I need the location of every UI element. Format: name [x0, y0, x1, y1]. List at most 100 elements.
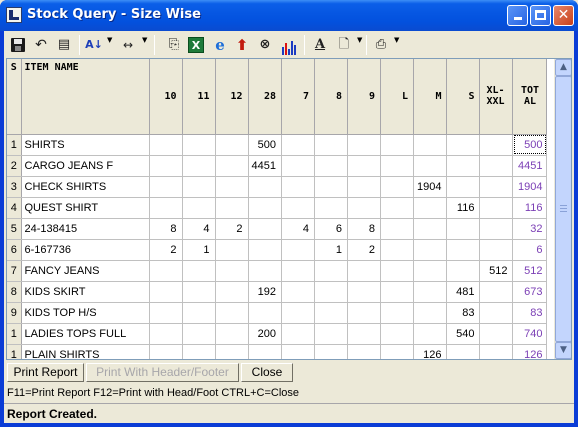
- title-bar[interactable]: Stock Query - Size Wise ✕: [0, 0, 578, 31]
- size-qty-cell[interactable]: 500: [248, 134, 282, 156]
- column-width-dropdown-icon[interactable]: ▼: [142, 36, 147, 44]
- header-sno[interactable]: S: [7, 59, 22, 135]
- size-qty-cell[interactable]: [446, 134, 481, 156]
- size-qty-cell[interactable]: [479, 344, 514, 359]
- size-qty-cell[interactable]: [479, 197, 514, 219]
- header-size[interactable]: 9: [347, 59, 381, 135]
- size-qty-cell[interactable]: 4: [182, 218, 216, 240]
- print-with-header-footer-button[interactable]: Print With Header/Footer: [86, 363, 239, 382]
- item-name-cell[interactable]: LADIES TOPS FULL: [21, 323, 150, 345]
- size-qty-cell[interactable]: [347, 260, 381, 282]
- header-size[interactable]: XL- XXL: [479, 59, 514, 135]
- header-size[interactable]: 12: [215, 59, 249, 135]
- size-qty-cell[interactable]: [347, 134, 381, 156]
- size-qty-cell[interactable]: 512: [479, 260, 514, 282]
- size-qty-cell[interactable]: 481: [446, 281, 481, 303]
- size-qty-cell[interactable]: [347, 197, 381, 219]
- size-qty-cell[interactable]: [149, 302, 183, 324]
- total-cell[interactable]: 32: [512, 218, 548, 240]
- size-qty-cell[interactable]: [149, 260, 183, 282]
- size-qty-cell[interactable]: [248, 344, 282, 359]
- table-row[interactable]: 8 KIDS SKIRT 192 481 673: [7, 281, 548, 303]
- size-qty-cell[interactable]: [479, 134, 514, 156]
- size-qty-cell[interactable]: 116: [446, 197, 481, 219]
- vertical-scrollbar[interactable]: ▲ ▼: [554, 59, 571, 359]
- size-qty-cell[interactable]: [314, 134, 348, 156]
- header-size[interactable]: S: [446, 59, 481, 135]
- scroll-down-icon[interactable]: ▼: [555, 342, 571, 359]
- maximize-button[interactable]: [530, 5, 551, 26]
- row-number[interactable]: 1: [7, 134, 22, 156]
- size-qty-cell[interactable]: [380, 302, 414, 324]
- row-number[interactable]: 1: [7, 323, 22, 345]
- size-qty-cell[interactable]: [281, 323, 315, 345]
- size-qty-cell[interactable]: [215, 302, 249, 324]
- size-qty-cell[interactable]: [413, 323, 448, 345]
- size-qty-cell[interactable]: [215, 344, 249, 359]
- size-qty-cell[interactable]: [347, 302, 381, 324]
- size-qty-cell[interactable]: [380, 134, 414, 156]
- size-qty-cell[interactable]: [182, 281, 216, 303]
- size-qty-cell[interactable]: 4451: [248, 155, 282, 177]
- size-qty-cell[interactable]: [215, 155, 249, 177]
- total-cell[interactable]: 4451: [512, 155, 548, 177]
- undo-icon[interactable]: ↶: [31, 35, 51, 55]
- size-qty-cell[interactable]: [215, 260, 249, 282]
- size-qty-cell[interactable]: [149, 176, 183, 198]
- size-qty-cell[interactable]: [446, 218, 481, 240]
- header-size[interactable]: 10: [149, 59, 183, 135]
- size-qty-cell[interactable]: [347, 323, 381, 345]
- table-row[interactable]: 4 QUEST SHIRT 116 116: [7, 197, 548, 219]
- size-qty-cell[interactable]: [281, 302, 315, 324]
- size-qty-cell[interactable]: [347, 281, 381, 303]
- size-qty-cell[interactable]: [281, 134, 315, 156]
- item-name-cell[interactable]: KIDS SKIRT: [21, 281, 150, 303]
- size-qty-cell[interactable]: [413, 302, 448, 324]
- item-name-cell[interactable]: KIDS TOP H/S: [21, 302, 150, 324]
- item-name-cell[interactable]: QUEST SHIRT: [21, 197, 150, 219]
- total-cell[interactable]: 126: [512, 344, 548, 359]
- size-qty-cell[interactable]: [380, 155, 414, 177]
- size-qty-cell[interactable]: [413, 134, 448, 156]
- header-item-name[interactable]: ITEM NAME: [21, 59, 150, 135]
- size-qty-cell[interactable]: [347, 155, 381, 177]
- size-qty-cell[interactable]: [248, 176, 282, 198]
- row-number[interactable]: 1: [7, 344, 22, 359]
- item-name-cell[interactable]: CHECK SHIRTS: [21, 176, 150, 198]
- size-qty-cell[interactable]: [380, 239, 414, 261]
- table-row[interactable]: 5 24-138415 8 4 2 4 6 8 32: [7, 218, 548, 240]
- size-qty-cell[interactable]: [149, 155, 183, 177]
- size-qty-cell[interactable]: 2: [215, 218, 249, 240]
- size-qty-cell[interactable]: [215, 134, 249, 156]
- size-qty-cell[interactable]: [182, 260, 216, 282]
- total-cell[interactable]: 83: [512, 302, 548, 324]
- size-qty-cell[interactable]: [149, 281, 183, 303]
- size-qty-cell[interactable]: [314, 323, 348, 345]
- size-qty-cell[interactable]: [281, 155, 315, 177]
- item-name-cell[interactable]: SHIRTS: [21, 134, 150, 156]
- column-width-icon[interactable]: ↔: [118, 35, 138, 55]
- size-qty-cell[interactable]: [446, 239, 481, 261]
- font-icon[interactable]: A: [310, 35, 330, 55]
- total-cell[interactable]: 740: [512, 323, 548, 345]
- stock-grid[interactable]: S ITEM NAME 10 11 12 28 7 8 9 L M S XL- XXL TOT AL …: [6, 58, 572, 360]
- size-qty-cell[interactable]: [446, 260, 481, 282]
- total-cell[interactable]: 673: [512, 281, 548, 303]
- size-qty-cell[interactable]: [446, 155, 481, 177]
- size-qty-cell[interactable]: [413, 239, 448, 261]
- size-qty-cell[interactable]: [314, 302, 348, 324]
- size-qty-cell[interactable]: 2: [347, 239, 381, 261]
- table-row[interactable]: 9 KIDS TOP H/S 83 83: [7, 302, 548, 324]
- excel-icon[interactable]: X: [186, 35, 206, 55]
- row-number[interactable]: 3: [7, 176, 22, 198]
- size-qty-cell[interactable]: [149, 323, 183, 345]
- printer-dropdown-icon[interactable]: ▼: [394, 36, 399, 44]
- size-qty-cell[interactable]: [413, 197, 448, 219]
- copy-icon[interactable]: ⎘: [164, 35, 184, 55]
- header-size[interactable]: M: [413, 59, 448, 135]
- printer-icon[interactable]: ⎙: [371, 35, 391, 55]
- size-qty-cell[interactable]: [380, 323, 414, 345]
- size-qty-cell[interactable]: [215, 281, 249, 303]
- header-size[interactable]: 11: [182, 59, 216, 135]
- item-name-cell[interactable]: CARGO JEANS F: [21, 155, 150, 177]
